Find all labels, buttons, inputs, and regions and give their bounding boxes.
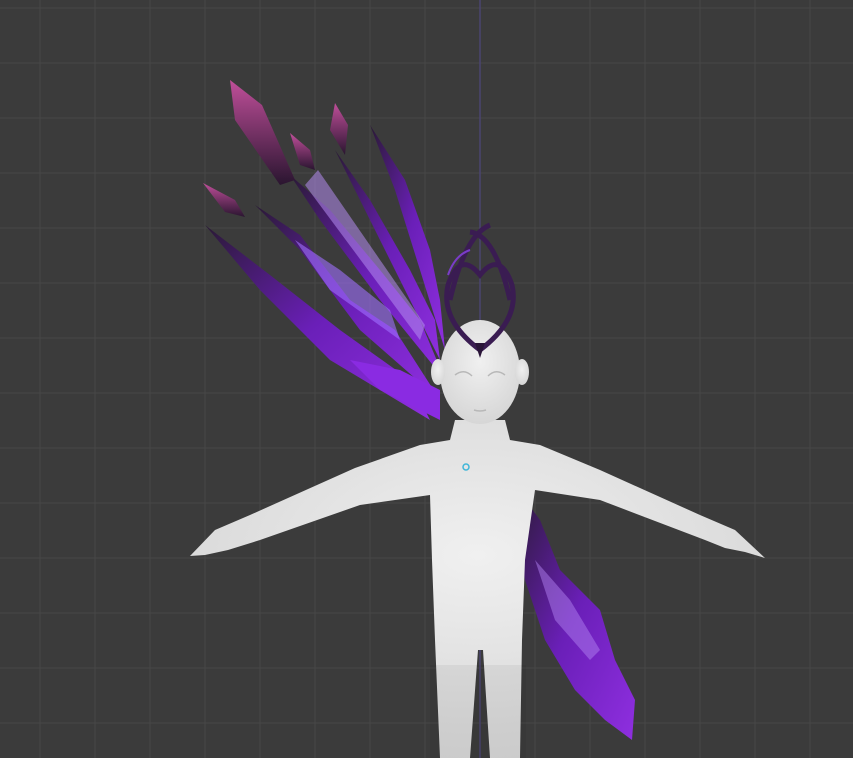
- leg-shade: [430, 665, 526, 758]
- crystal-tail[interactable]: [515, 490, 635, 740]
- viewport-canvas[interactable]: [0, 0, 853, 758]
- 3d-viewport[interactable]: [0, 0, 853, 758]
- crystal-wing[interactable]: [205, 125, 445, 420]
